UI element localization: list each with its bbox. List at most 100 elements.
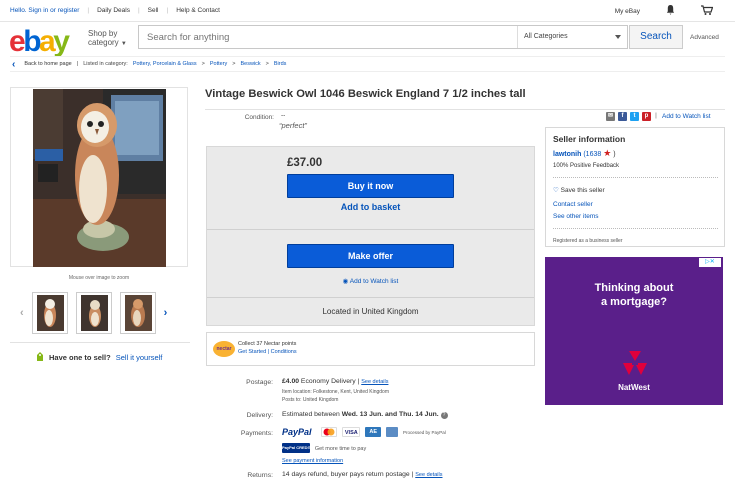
email-icon[interactable]: ✉	[606, 112, 615, 121]
see-other-items-link[interactable]: See other items	[553, 213, 599, 220]
separator: |	[87, 7, 90, 14]
payments-label: Payments:	[240, 430, 273, 437]
condition-value: --	[281, 112, 286, 119]
save-seller-button[interactable]: ♡ Save this seller	[553, 186, 605, 194]
bank-card-icon	[386, 427, 399, 437]
buy-it-now-button[interactable]: Buy it now	[287, 174, 454, 198]
add-to-watch-list-button[interactable]: ◉ Add to Watch list	[287, 277, 454, 285]
help-contact-link[interactable]: Help & Contact	[176, 7, 220, 14]
search-input[interactable]	[147, 32, 507, 43]
search-bar: All Categories	[138, 25, 628, 49]
visa-icon: VISA	[342, 427, 361, 437]
listed-in-label: Listed in category:	[83, 61, 128, 67]
sign-in-link[interactable]: Hello. Sign in or register	[10, 7, 79, 14]
nectar-get-started-link[interactable]: Get Started | Conditions	[238, 349, 297, 355]
eye-icon: ◉	[342, 278, 349, 285]
feedback-score-link[interactable]: (1638	[583, 151, 601, 158]
seller-name-link[interactable]: lawtonih	[553, 151, 581, 158]
daily-deals-link[interactable]: Daily Deals	[97, 7, 130, 14]
back-to-home-link[interactable]: Back to home page	[24, 61, 71, 67]
ebay-logo[interactable]: ebay	[9, 25, 70, 59]
search-button[interactable]: Search	[629, 25, 683, 49]
chevron-left-icon[interactable]: ‹	[20, 307, 24, 319]
breadcrumb: ‹ Back to home page | Listed in category…	[10, 56, 725, 72]
item-location-detail: Item location: Folkestone, Kent, United …	[282, 389, 390, 395]
thumbnail[interactable]	[75, 292, 112, 334]
top-bar: Hello. Sign in or register | Daily Deals…	[0, 0, 735, 22]
paypal-logo: PayPal	[282, 427, 312, 437]
sell-link[interactable]: Sell	[148, 7, 159, 14]
owl-photo[interactable]	[33, 89, 166, 267]
add-to-basket-link[interactable]: Add to basket	[287, 202, 454, 212]
chevron-down-icon	[615, 35, 621, 39]
divider	[553, 177, 718, 178]
divider	[207, 297, 534, 298]
natwest-ad[interactable]: ▷✕ Thinking about a mortgage? NatWest	[545, 257, 723, 405]
have-one-to-sell: Have one to sell? Sell it yourself	[10, 342, 190, 363]
star-icon: ★	[603, 148, 612, 158]
tag-icon	[36, 352, 44, 363]
price: £37.00	[287, 157, 323, 169]
returns-label: Returns:	[247, 472, 273, 479]
contact-seller-link[interactable]: Contact seller	[553, 201, 593, 208]
cart-icon[interactable]	[701, 5, 714, 17]
condition-quote: “perfect”	[279, 121, 307, 130]
separator: |	[137, 7, 140, 14]
postage-value: £4.00 Economy Delivery | See details	[282, 378, 389, 385]
paypal-credit-logo: PayPal CREDIT	[282, 443, 311, 453]
nectar-points-box: nectar Collect 37 Nectar points Get Star…	[206, 332, 535, 366]
postage-label: Postage:	[246, 379, 273, 386]
paypal-credit-row: PayPal CREDIT Get more time to pay	[282, 443, 367, 453]
add-to-watch-list-link[interactable]: Add to Watch list	[662, 113, 711, 120]
facebook-icon[interactable]: f	[618, 112, 627, 121]
thumbnail[interactable]	[119, 292, 156, 334]
chevron-down-icon: ▼	[120, 41, 127, 47]
advanced-search-link[interactable]: Advanced	[690, 34, 719, 41]
breadcrumb-item[interactable]: Beswick	[241, 61, 261, 67]
nectar-logo-icon: nectar	[213, 341, 235, 357]
divider	[553, 228, 718, 229]
share-icons: ✉ f t p |	[606, 112, 657, 121]
natwest-logo-icon	[619, 349, 651, 384]
breadcrumb-item[interactable]: Birds	[274, 61, 287, 67]
heart-icon: ♡	[553, 187, 559, 194]
delivery-label: Delivery:	[246, 412, 273, 419]
listing-title: Vintage Beswick Owl 1046 Beswick England…	[205, 88, 526, 100]
postage-see-details-link[interactable]: See details	[361, 379, 388, 385]
category-select[interactable]: All Categories	[517, 26, 629, 48]
chevron-right-icon[interactable]: ›	[164, 307, 168, 319]
mastercard-icon	[321, 427, 338, 437]
bell-icon[interactable]	[666, 5, 675, 17]
returns-see-details-link[interactable]: See details	[415, 472, 442, 478]
seller-info-heading: Seller information	[553, 134, 626, 144]
business-seller-note: Registered as a business seller	[553, 238, 623, 244]
condition-label: Condition:	[244, 114, 274, 121]
shop-by-category[interactable]: Shop by category ▼	[88, 29, 127, 49]
sell-it-yourself-link[interactable]: Sell it yourself	[116, 353, 163, 362]
natwest-brand: NatWest	[618, 383, 650, 392]
breadcrumb-item[interactable]: Pottery, Porcelain & Glass	[133, 61, 197, 67]
twitter-icon[interactable]: t	[630, 112, 639, 121]
main-image-frame[interactable]	[10, 87, 188, 267]
adchoices-icon[interactable]: ▷✕	[699, 258, 721, 267]
ad-headline: Thinking about a mortgage?	[594, 282, 674, 308]
seller-info-box: Seller information lawtonih (1638 ★ ) 10…	[545, 127, 725, 247]
pinterest-icon[interactable]: p	[642, 112, 651, 121]
buy-box: £37.00 Buy it now Add to basket Make off…	[206, 146, 535, 326]
processed-by-paypal: Processed by PayPal	[402, 429, 446, 435]
make-offer-button[interactable]: Make offer	[287, 244, 454, 268]
nectar-points-text: Collect 37 Nectar points	[238, 341, 297, 347]
zoom-hint: Mouse over image to zoom	[68, 275, 130, 281]
amex-icon: AE	[365, 427, 382, 437]
info-icon[interactable]: ?	[440, 412, 448, 419]
delivery-value: Estimated between Wed. 13 Jun. and Thu. …	[282, 411, 448, 419]
chevron-left-icon[interactable]: ‹	[12, 59, 15, 70]
positive-feedback: 100% Positive Feedback	[553, 163, 620, 169]
breadcrumb-item[interactable]: Pottery	[210, 61, 227, 67]
my-ebay-link[interactable]: My eBay	[615, 8, 640, 15]
posts-to-detail: Posts to: United Kingdom	[282, 397, 339, 403]
separator: |	[166, 7, 169, 14]
thumbnail[interactable]	[31, 292, 68, 334]
see-payment-info-link[interactable]: See payment information	[282, 458, 343, 464]
thumbnail-strip: ‹ ›	[20, 292, 167, 334]
